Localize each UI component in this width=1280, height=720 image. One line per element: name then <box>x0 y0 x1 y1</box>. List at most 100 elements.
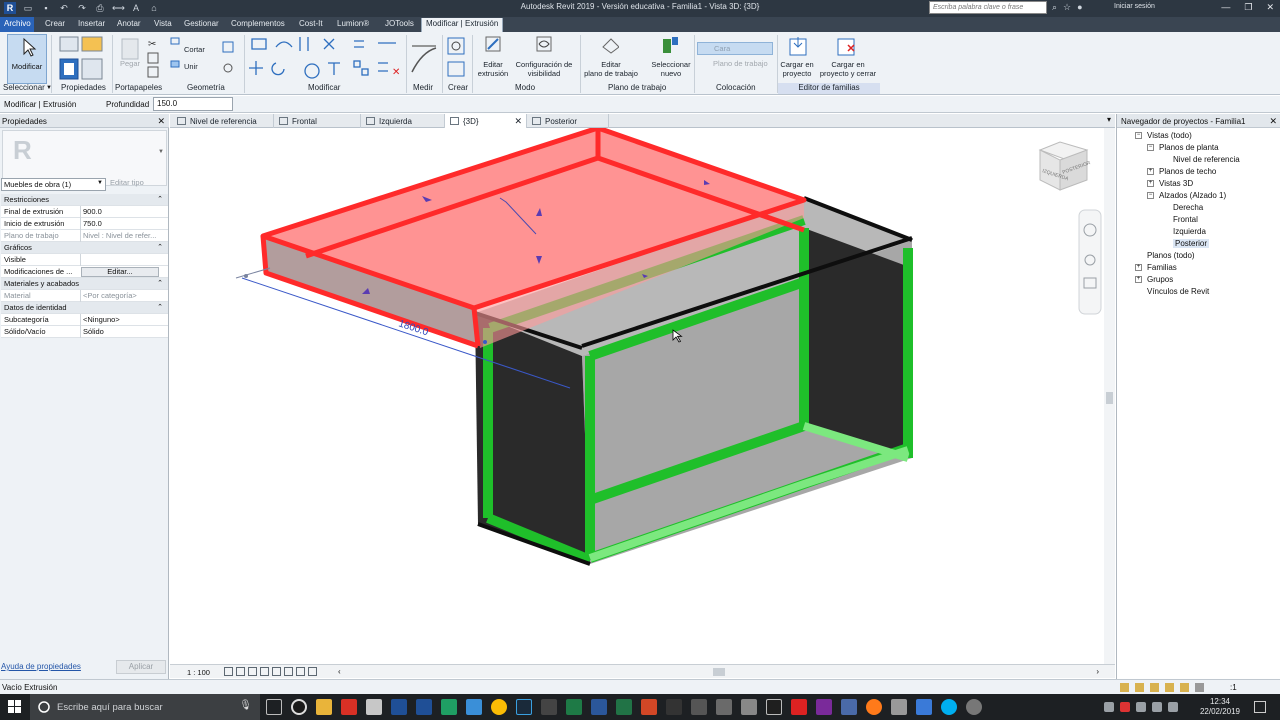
browser-node[interactable]: Familias + <box>1135 263 1177 272</box>
browser-node[interactable]: Vistas 3D + <box>1147 179 1193 188</box>
app-icon[interactable] <box>466 699 482 715</box>
close-icon[interactable]: ✕ <box>1269 116 1277 127</box>
reveal-hidden-icon[interactable] <box>308 667 317 676</box>
expand-icon[interactable]: + <box>1147 168 1154 175</box>
network-icon[interactable] <box>1152 702 1162 712</box>
property-value[interactable]: 900.0 <box>80 206 160 218</box>
load-into-project-button[interactable]: Cargar en proyecto <box>777 60 817 78</box>
app-icon[interactable] <box>641 699 657 715</box>
properties-icon[interactable] <box>58 35 106 81</box>
browser-node[interactable]: Planos de planta − <box>1147 143 1219 152</box>
edit-work-plane-button[interactable]: Editar plano de trabajo <box>580 60 642 78</box>
apply-button[interactable]: Aplicar <box>116 660 166 674</box>
join-button[interactable]: Unir <box>184 62 198 71</box>
collapse-icon[interactable]: ⌃ <box>157 243 163 251</box>
expand-icon[interactable]: + <box>1135 276 1142 283</box>
property-value[interactable]: Sólido <box>80 326 160 338</box>
cut-button[interactable]: Cortar <box>184 45 205 54</box>
navigation-bar[interactable] <box>1078 209 1102 315</box>
browser-node[interactable]: Vínculos de Revit <box>1147 287 1209 296</box>
app-icon[interactable] <box>916 699 932 715</box>
browser-node[interactable]: Grupos + <box>1135 275 1173 284</box>
modify-button[interactable]: Modificar <box>7 34 47 84</box>
property-value[interactable]: <Ninguno> <box>80 314 160 326</box>
hide-isolate-icon[interactable] <box>296 667 305 676</box>
viewcube[interactable]: IZQUIERDA POSTERIOR <box>1038 141 1092 191</box>
load-and-close-button[interactable]: Cargar en proyecto y cerrar <box>815 60 881 78</box>
tray-icon[interactable] <box>1136 702 1146 712</box>
tab-jotools[interactable]: JOTools <box>385 19 414 28</box>
tab-crear[interactable]: Crear <box>45 19 65 28</box>
browser-node[interactable]: Frontal <box>1173 215 1198 224</box>
underlay-selection-icon[interactable] <box>1135 683 1144 692</box>
system-clock[interactable]: 12:34 22/02/2019 <box>1200 697 1240 717</box>
collapse-icon[interactable]: ⌃ <box>157 195 163 203</box>
properties-section[interactable]: Datos de identidad ⌃ <box>1 302 168 314</box>
app-icon[interactable] <box>966 699 982 715</box>
geometry-extra-icons[interactable] <box>220 40 240 76</box>
chrome-icon[interactable] <box>491 699 507 715</box>
app-icon[interactable] <box>541 699 557 715</box>
tray-icon[interactable] <box>1104 702 1114 712</box>
work-plane-placement-button[interactable]: Plano de trabajo <box>697 58 775 70</box>
tab-nivel-de-referencia[interactable]: Nivel de referencia <box>172 114 274 128</box>
browser-node[interactable]: Planos de techo + <box>1147 167 1216 176</box>
select-new-button[interactable]: Seleccionar nuevo <box>648 60 694 78</box>
app-icon[interactable] <box>766 699 782 715</box>
user-icon[interactable]: ● <box>1077 2 1082 13</box>
create-icons[interactable] <box>446 36 468 80</box>
tab-anotar[interactable]: Anotar <box>117 19 141 28</box>
tab-file[interactable]: Archivo <box>0 17 34 32</box>
edit-overrides-button[interactable]: Editar... <box>81 267 159 277</box>
drag-selection-icon[interactable] <box>1180 683 1189 692</box>
app-icon[interactable] <box>291 699 307 715</box>
chevron-down-icon[interactable]: ▼ <box>158 149 164 155</box>
category-selector[interactable]: Muebles de obra (1) ▼ <box>1 178 106 191</box>
collapse-icon[interactable]: ⌃ <box>157 303 163 311</box>
visibility-settings-button[interactable]: Configuración de visibilidad <box>510 60 578 78</box>
sun-path-icon[interactable] <box>248 667 257 676</box>
tab-gestionar[interactable]: Gestionar <box>184 19 219 28</box>
modify-tools-icons[interactable]: ✕ <box>248 35 408 81</box>
tray-icon[interactable] <box>1120 702 1130 712</box>
browser-node[interactable]: Alzados (Alzado 1) − <box>1147 191 1226 200</box>
3d-viewport[interactable]: 1800.0 IZQUIERDA POSTERIOR <box>170 125 1115 679</box>
tab-vista[interactable]: Vista <box>154 19 172 28</box>
app-icon[interactable] <box>741 699 757 715</box>
close-icon[interactable]: ✕ <box>514 116 522 127</box>
shadows-icon[interactable] <box>260 667 269 676</box>
face-selection-icon[interactable] <box>1165 683 1174 692</box>
collapse-icon[interactable]: ⌃ <box>157 279 163 287</box>
expand-icon[interactable]: + <box>1135 264 1142 271</box>
taskbar-search[interactable]: Escribe aquí para buscar 🎙 <box>30 694 260 720</box>
render-icon[interactable] <box>272 667 281 676</box>
collapse-icon[interactable]: − <box>1147 192 1154 199</box>
expand-icon[interactable]: + <box>1147 180 1154 187</box>
tab-modificar-extrusion[interactable]: Modificar | Extrusión <box>421 18 504 32</box>
close-icon[interactable]: ✕ <box>157 116 165 127</box>
face-placement-button[interactable]: Cara <box>697 42 773 55</box>
vertical-scrollbar[interactable] <box>1104 128 1115 664</box>
app-icon[interactable] <box>891 699 907 715</box>
app-icon[interactable] <box>816 699 832 715</box>
clipboard-icons[interactable]: ✂ <box>118 35 166 81</box>
chevron-down-icon[interactable]: ▼ <box>46 85 52 91</box>
skype-icon[interactable] <box>941 699 957 715</box>
help-search-input[interactable]: Escriba palabra clave o frase <box>929 1 1047 14</box>
view-scale[interactable]: 1 : 100 <box>187 668 210 677</box>
edit-extrusion-button[interactable]: Editar extrusión <box>474 60 512 78</box>
pinned-selection-icon[interactable] <box>1150 683 1159 692</box>
scroll-left-icon[interactable]: ‹ <box>338 667 341 676</box>
collapse-icon[interactable]: − <box>1135 132 1142 139</box>
edit-type-button[interactable]: Editar tipo <box>110 178 144 187</box>
microphone-icon[interactable]: 🎙 <box>239 700 252 711</box>
tab-frontal[interactable]: Frontal <box>274 114 361 128</box>
properties-section[interactable]: Restricciones ⌃ <box>1 194 168 206</box>
task-view-icon[interactable] <box>266 699 282 715</box>
filezilla-icon[interactable] <box>791 699 807 715</box>
tab-3d[interactable]: {3D} ✕ <box>445 114 527 128</box>
filter-icon[interactable] <box>1195 683 1204 692</box>
measure-icon[interactable] <box>410 40 440 78</box>
notifications-icon[interactable] <box>1254 701 1266 713</box>
tab-lumion[interactable]: Lumion® <box>337 19 369 28</box>
